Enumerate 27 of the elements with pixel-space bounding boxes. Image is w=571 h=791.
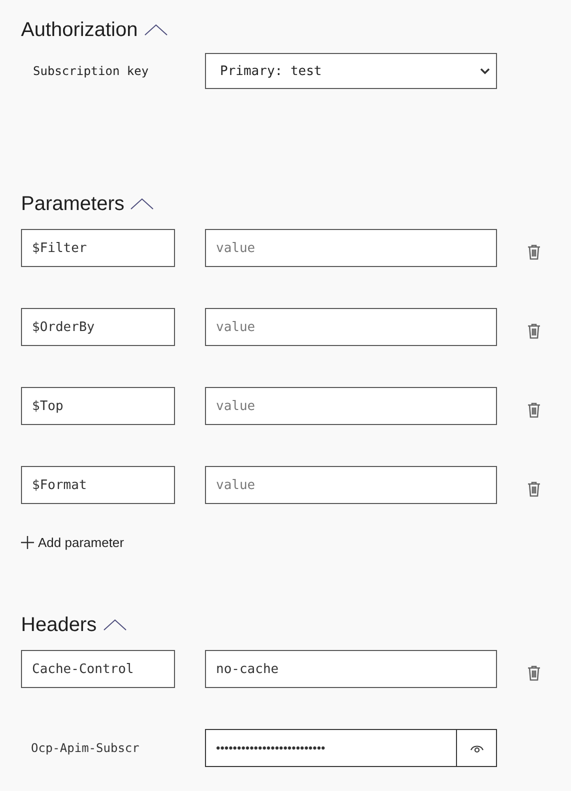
chevron-icon[interactable]: [130, 198, 154, 210]
parameter-value-field[interactable]: value: [205, 229, 497, 267]
trash-icon[interactable]: [527, 481, 541, 497]
header-name-field[interactable]: Cache-Control: [21, 650, 175, 688]
trash-icon[interactable]: [527, 323, 541, 339]
section-title: Parameters: [21, 192, 124, 216]
parameter-value-field[interactable]: value: [205, 466, 497, 504]
trash-icon[interactable]: [527, 402, 541, 418]
parameter-name-field[interactable]: $Format: [21, 466, 175, 504]
parameter-name-field[interactable]: $OrderBy: [21, 308, 175, 346]
parameter-name-field[interactable]: $Filter: [21, 229, 175, 267]
subscription-key-dropdown[interactable]: Primary: test: [205, 53, 497, 89]
header-value-field[interactable]: no-cache: [205, 650, 497, 688]
trash-icon[interactable]: [527, 244, 541, 260]
section-title: Headers: [21, 614, 97, 636]
parameter-value-field[interactable]: value: [205, 308, 497, 346]
caret-icon: [480, 67, 490, 75]
section-title: Authorization: [21, 18, 138, 42]
chevron-icon[interactable]: [144, 24, 168, 36]
chevron-icon[interactable]: [102, 619, 127, 631]
add-parameter-button[interactable]: Add parameter: [21, 535, 124, 550]
trash-icon[interactable]: [527, 665, 541, 681]
field-label: Subscription key: [32, 64, 150, 78]
header-name: Ocp-Apim-Subscr: [30, 741, 140, 755]
parameter-name-field[interactable]: $Top: [21, 387, 175, 425]
plus-icon: [21, 536, 34, 549]
parameter-value-field[interactable]: value: [205, 387, 497, 425]
